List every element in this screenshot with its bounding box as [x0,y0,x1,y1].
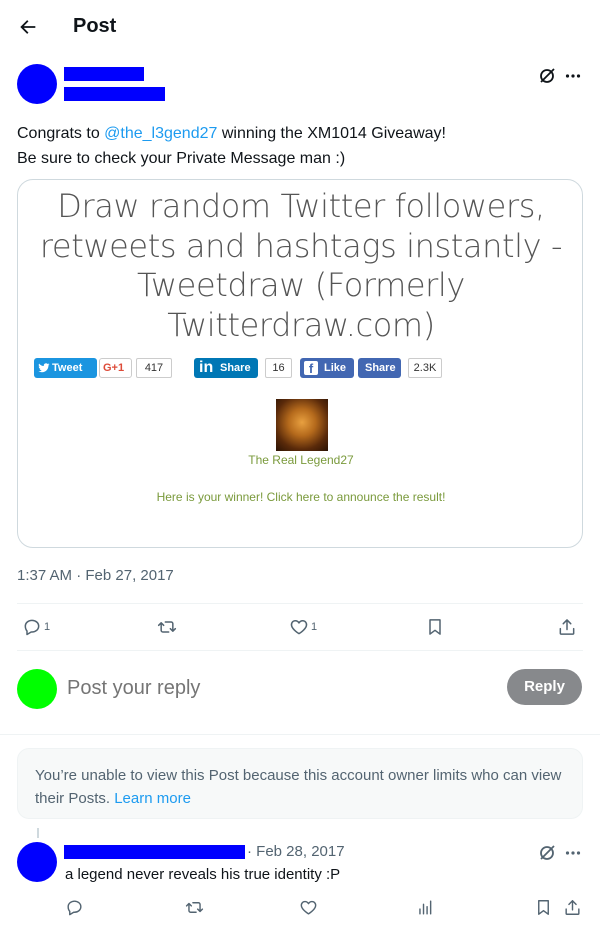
winner-avatar-image [276,399,328,451]
bookmark-icon [429,619,441,635]
reply-count: 1 [44,621,51,633]
card-headline: Draw random Twitter followers, retweets … [39,187,563,344]
link-card[interactable]: Draw random Twitter followers, retweets … [17,179,583,548]
linkedin-count: 16 [265,358,292,378]
divider [17,650,583,651]
reply-date[interactable]: · Feb 28, 2017 [247,843,345,860]
heart-icon [290,620,308,635]
gplus-button[interactable]: G+1 [99,358,132,378]
bookmark-action[interactable] [425,617,445,637]
announce-result-link[interactable]: Here is your winner! Click here to annou… [18,490,582,504]
reply-icon [24,619,40,636]
author-avatar[interactable] [17,64,57,104]
thread-line [37,828,39,838]
grok-icon[interactable] [538,844,556,862]
heart-icon [300,900,317,915]
facebook-count: 2.3K [408,358,442,378]
more-options-icon[interactable] [564,67,582,85]
post-timestamp[interactable]: 1:37 AM · Feb 27, 2017 [17,567,174,584]
divider [17,603,583,604]
repost-action[interactable] [157,617,177,637]
gplus-label: G+1 [103,362,125,374]
linkedin-share-label: Share [220,362,251,374]
post-text-suffix: winning the XM1014 Giveaway! [217,125,446,142]
page-title: Post [73,15,117,37]
reply-text: a legend never reveals his true identity… [65,866,341,883]
more-options-icon[interactable] [564,844,582,862]
share-action[interactable] [563,897,582,917]
reply-action[interactable] [65,897,84,917]
post-text-line2: Be sure to check your Private Message ma… [17,150,346,167]
views-chart-icon [419,899,432,915]
tweet-share-label: Tweet [52,362,83,374]
facebook-like-button[interactable]: f Like [300,358,354,378]
divider [0,734,600,735]
reply-author-avatar[interactable] [17,842,57,882]
author-handle-redacted[interactable] [64,87,165,101]
views-action[interactable] [416,897,435,917]
author-name-redacted[interactable] [64,67,144,81]
reply-input[interactable] [67,675,467,701]
learn-more-link[interactable]: Learn more [114,790,191,807]
facebook-icon: f [304,361,318,376]
mention-link[interactable]: @the_l3gend27 [104,125,217,142]
linkedin-share-button[interactable]: in Share [194,358,258,378]
post-text-prefix: Congrats to [17,125,105,142]
share-icon [565,899,580,915]
like-count: 1 [311,621,318,633]
reply-button[interactable]: Reply [507,669,582,705]
like-action[interactable] [299,897,318,917]
reply-action[interactable]: 1 [22,617,50,637]
reply-author-name-redacted[interactable] [64,845,245,859]
winner-name[interactable]: The Real Legend27 [18,453,582,467]
repost-icon [157,621,177,633]
gplus-count: 417 [136,358,172,378]
grok-icon[interactable] [538,67,556,85]
facebook-share-button[interactable]: Share [358,358,401,378]
facebook-like-label: Like [324,362,347,374]
restricted-notice: You’re unable to view this Post because … [17,748,583,819]
tweet-share-button[interactable]: Tweet [34,358,97,378]
reply-icon [67,899,82,915]
post-text: Congrats to @the_l3gend27 winning the XM… [17,121,577,171]
repost-icon [185,901,204,913]
my-avatar[interactable] [17,669,57,709]
bookmark-action[interactable] [534,897,553,917]
bookmark-icon [538,899,549,915]
share-action[interactable] [557,617,577,637]
repost-action[interactable] [185,897,204,917]
share-icon [559,619,575,635]
linkedin-icon: in [199,359,214,376]
like-action[interactable]: 1 [289,617,317,637]
facebook-share-label: Share [365,362,396,374]
back-arrow-icon[interactable] [17,16,39,38]
